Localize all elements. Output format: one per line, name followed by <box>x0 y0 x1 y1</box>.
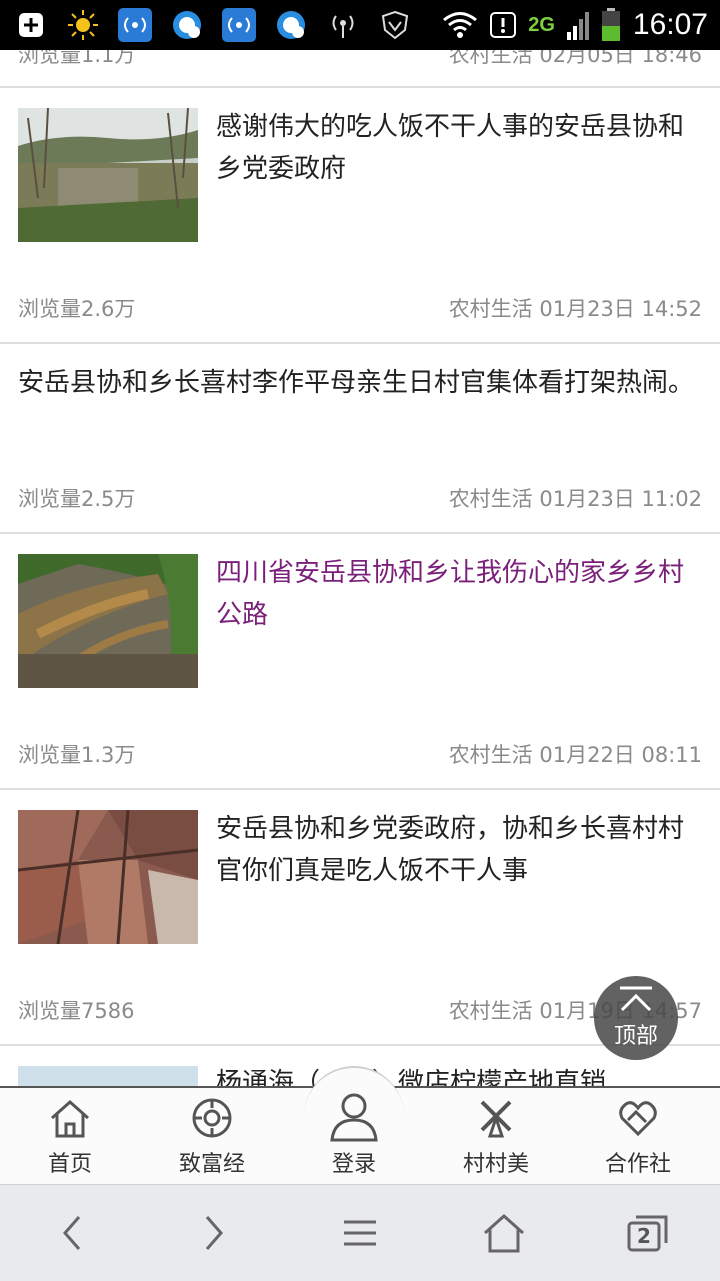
back-to-top-button[interactable]: 顶部 <box>594 976 678 1060</box>
muddy-road-photo <box>18 554 198 688</box>
wifi-hotspot-icon <box>116 6 154 44</box>
next-photo <box>18 1066 198 1086</box>
view-count: 浏览量2.6万 <box>18 297 136 321</box>
nav-cuncunmei[interactable]: 村村美 <box>426 1088 566 1186</box>
user-icon <box>330 1093 378 1142</box>
category-date: 农村生活 01月23日 14:52 <box>448 297 702 321</box>
article-meta: 浏览量2.5万 农村生活 01月23日 11:02 <box>18 478 702 518</box>
back-to-top-label: 顶部 <box>613 1024 658 1049</box>
tab-count: 2 <box>637 1224 651 1248</box>
alert-icon <box>490 12 517 38</box>
network-type: 2G <box>528 13 555 36</box>
browser-toolbar: 2 <box>0 1184 720 1281</box>
category-date: 农村生活 01月23日 11:02 <box>448 487 702 511</box>
article-meta: 浏览量2.6万 农村生活 01月23日 14:52 <box>18 288 702 328</box>
category-date: 农村生活 01月22日 08:11 <box>448 743 702 767</box>
windmill-icon <box>480 1100 512 1138</box>
forward-icon <box>205 1216 223 1250</box>
nav-hezuoshe-label: 合作社 <box>604 1152 671 1177</box>
forward-button[interactable] <box>164 1185 264 1281</box>
view-count: 浏览量7586 <box>18 999 135 1023</box>
nav-login-label: 登录 <box>331 1152 376 1177</box>
menu-icon <box>344 1220 376 1246</box>
article-thumbnail[interactable] <box>18 1066 198 1086</box>
status-bar: 2G 16:07 <box>0 0 720 50</box>
shield-icon <box>376 6 414 44</box>
broken-brick-photo <box>18 810 198 944</box>
tabs-button[interactable]: 2 <box>598 1185 698 1281</box>
article-thumbnail[interactable] <box>18 554 198 688</box>
divider <box>0 342 720 344</box>
handshake-icon <box>619 1101 657 1137</box>
back-button[interactable] <box>22 1185 122 1281</box>
view-count: 浏览量1.3万 <box>18 743 136 767</box>
article-thumbnail[interactable] <box>18 810 198 944</box>
home-icon <box>51 1099 89 1138</box>
article-feed[interactable]: 浏览量1.1万 农村生活 02月05日 18:46 感谢伟大的吃人饭不干人事的安… <box>0 0 720 1086</box>
qq-icon <box>168 6 206 44</box>
article-title[interactable]: 安岳县协和乡长喜村李作平母亲生日村官集体看打架热闹。 <box>18 362 702 404</box>
article-title[interactable]: 杨通海（……）微店柠檬产地直销 <box>216 1062 702 1086</box>
qq-icon <box>272 6 310 44</box>
article-title[interactable]: 安岳县协和乡党委政府，协和乡长喜村村官你们真是吃人饭不干人事 <box>216 808 702 892</box>
hotspot-signal-icon <box>324 6 362 44</box>
nav-zhifujing[interactable]: 致富经 <box>142 1088 282 1186</box>
compass-icon <box>192 1098 232 1138</box>
nav-hezuoshe[interactable]: 合作社 <box>568 1088 708 1186</box>
article-thumbnail[interactable] <box>18 108 198 242</box>
wifi-icon <box>443 12 478 38</box>
article-meta: 浏览量1.3万 农村生活 01月22日 08:11 <box>18 734 702 774</box>
view-count: 浏览量2.5万 <box>18 487 136 511</box>
divider <box>0 532 720 534</box>
home-icon <box>483 1213 525 1253</box>
divider <box>0 788 720 790</box>
signal-icon <box>566 12 589 40</box>
divider <box>0 86 720 88</box>
nav-zhifujing-label: 致富经 <box>178 1152 245 1177</box>
article-title[interactable]: 四川省安岳县协和乡让我伤心的家乡乡村公路 <box>216 552 702 636</box>
nav-home-label: 首页 <box>47 1152 92 1177</box>
nav-home[interactable]: 首页 <box>0 1088 140 1186</box>
wifi-hotspot-icon <box>220 6 258 44</box>
clock: 16:07 <box>632 8 708 41</box>
nav-cuncunmei-label: 村村美 <box>462 1152 529 1177</box>
sun-icon <box>64 6 102 44</box>
add-notification-icon <box>12 6 50 44</box>
battery-icon <box>601 8 620 41</box>
field-photo <box>18 108 198 242</box>
browser-home-button[interactable] <box>454 1185 554 1281</box>
article-title[interactable]: 感谢伟大的吃人饭不干人事的安岳县协和乡党委政府 <box>216 106 702 190</box>
back-icon <box>63 1216 81 1250</box>
arrow-up-icon <box>620 986 652 1012</box>
menu-button[interactable] <box>310 1185 410 1281</box>
